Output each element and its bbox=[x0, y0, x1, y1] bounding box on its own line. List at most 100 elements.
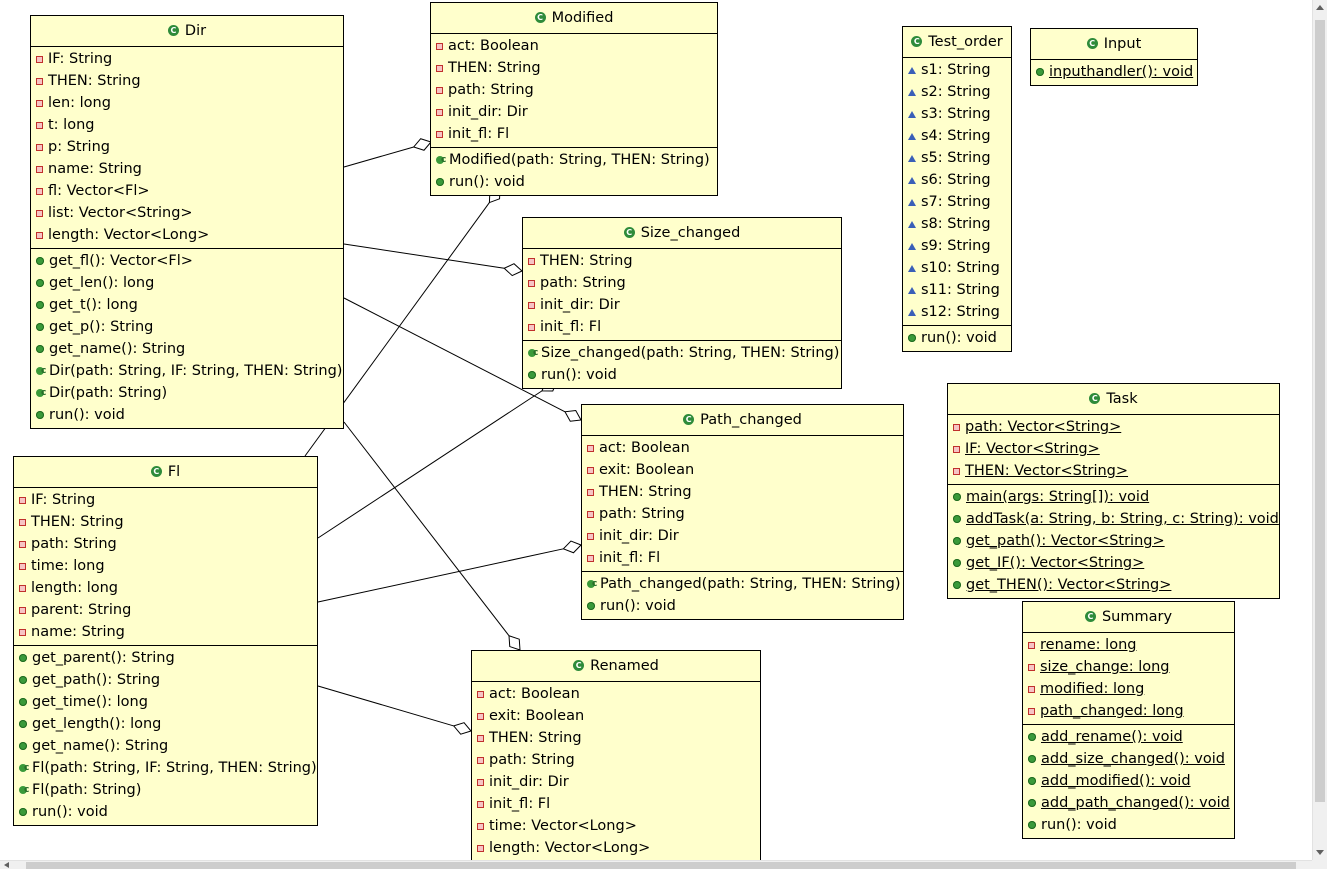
attribute-row[interactable]: length: Vector<Long> bbox=[31, 224, 343, 246]
attribute-row[interactable]: THEN: String bbox=[582, 481, 903, 503]
attribute-row[interactable]: THEN: String bbox=[523, 250, 841, 272]
attribute-row[interactable]: t: long bbox=[31, 114, 343, 136]
operation-row[interactable]: Dir(path: String, IF: String, THEN: Stri… bbox=[31, 360, 343, 382]
attribute-row[interactable]: s4: String bbox=[903, 125, 1011, 147]
class-header[interactable]: C Renamed bbox=[472, 651, 760, 682]
attribute-row[interactable]: name: String bbox=[14, 621, 317, 643]
class-header[interactable]: C Dir bbox=[31, 16, 343, 47]
operation-row[interactable]: get_IF(): Vector<String> bbox=[948, 552, 1279, 574]
operation-row[interactable]: main(args: String[]): void bbox=[948, 486, 1279, 508]
attribute-row[interactable]: s8: String bbox=[903, 213, 1011, 235]
attribute-row[interactable]: name: String bbox=[31, 158, 343, 180]
operation-row[interactable]: get_THEN(): Vector<String> bbox=[948, 574, 1279, 596]
attribute-row[interactable]: s9: String bbox=[903, 235, 1011, 257]
class-input[interactable]: C Input inputhandler(): void bbox=[1030, 28, 1198, 86]
class-header[interactable]: C Size_changed bbox=[523, 218, 841, 249]
scroll-left-icon[interactable] bbox=[4, 862, 9, 868]
operation-row[interactable]: get_name(): String bbox=[14, 735, 317, 757]
operation-row[interactable]: add_size_changed(): void bbox=[1023, 748, 1234, 770]
attribute-row[interactable]: THEN: String bbox=[14, 511, 317, 533]
attribute-row[interactable]: s5: String bbox=[903, 147, 1011, 169]
class-size-changed[interactable]: C Size_changed THEN: String path: String ini… bbox=[522, 217, 842, 389]
class-header[interactable]: C Input bbox=[1031, 29, 1197, 60]
attribute-row[interactable]: init_fl: Fl bbox=[582, 547, 903, 569]
attribute-row[interactable]: IF: String bbox=[31, 48, 343, 70]
attribute-row[interactable]: s12: String bbox=[903, 301, 1011, 323]
vertical-scrollbar[interactable] bbox=[1312, 0, 1327, 860]
operation-row[interactable]: get_len(): long bbox=[31, 272, 343, 294]
scroll-up-icon[interactable] bbox=[1316, 5, 1324, 10]
class-dir[interactable]: C Dir IF: String THEN: String len: long t: lo… bbox=[30, 15, 344, 429]
attribute-row[interactable]: THEN: String bbox=[31, 70, 343, 92]
attribute-row[interactable]: s1: String bbox=[903, 59, 1011, 81]
attribute-row[interactable]: exit: Boolean bbox=[582, 459, 903, 481]
class-test-order[interactable]: C Test_order s1: String s2: String s3: Strin… bbox=[902, 26, 1012, 352]
attribute-row[interactable]: path: Vector<String> bbox=[948, 416, 1279, 438]
class-header[interactable]: C Test_order bbox=[903, 27, 1011, 58]
operation-row[interactable]: run(): void bbox=[31, 404, 343, 426]
attribute-row[interactable]: list: Vector<String> bbox=[31, 202, 343, 224]
class-renamed[interactable]: C Renamed act: Boolean exit: Boolean THEN: S… bbox=[471, 650, 761, 860]
operation-row[interactable]: add_rename(): void bbox=[1023, 726, 1234, 748]
association-line-fl-renamed[interactable] bbox=[317, 685, 454, 727]
operation-row[interactable]: get_length(): long bbox=[14, 713, 317, 735]
class-header[interactable]: C Modified bbox=[431, 3, 717, 34]
attribute-row[interactable]: parent: String bbox=[14, 599, 317, 621]
class-task[interactable]: C Task path: Vector<String> IF: Vector<Stri… bbox=[947, 383, 1280, 599]
attribute-row[interactable]: s10: String bbox=[903, 257, 1011, 279]
attribute-row[interactable]: s3: String bbox=[903, 103, 1011, 125]
attribute-row[interactable]: init_dir: Dir bbox=[472, 771, 760, 793]
operation-row[interactable]: run(): void bbox=[523, 364, 841, 386]
attribute-row[interactable]: init_dir: Dir bbox=[523, 294, 841, 316]
diagram-canvas[interactable]: C Dir IF: String THEN: String len: long t: lo… bbox=[0, 0, 1312, 860]
attribute-row[interactable]: path: String bbox=[472, 749, 760, 771]
operation-row[interactable]: Fl(path: String) bbox=[14, 779, 317, 801]
attribute-row[interactable]: IF: Vector<String> bbox=[948, 438, 1279, 460]
operation-row[interactable]: Path_changed(path: String, THEN: String) bbox=[582, 573, 903, 595]
attribute-row[interactable]: path: String bbox=[431, 79, 717, 101]
attribute-row[interactable]: THEN: Vector<String> bbox=[948, 460, 1279, 482]
operation-row[interactable]: get_time(): long bbox=[14, 691, 317, 713]
attribute-row[interactable]: length: Vector<Long> bbox=[472, 837, 760, 859]
operation-row[interactable]: run(): void bbox=[14, 801, 317, 823]
operation-row[interactable]: Dir(path: String) bbox=[31, 382, 343, 404]
attribute-row[interactable]: rename: long bbox=[1023, 634, 1234, 656]
operation-row[interactable]: get_parent(): String bbox=[14, 647, 317, 669]
vertical-scroll-thumb[interactable] bbox=[1315, 20, 1325, 802]
attribute-row[interactable]: THEN: String bbox=[431, 57, 717, 79]
attribute-row[interactable]: path: String bbox=[523, 272, 841, 294]
operation-row[interactable]: get_fl(): Vector<Fl> bbox=[31, 250, 343, 272]
attribute-row[interactable]: act: Boolean bbox=[431, 35, 717, 57]
association-line-dir-modified[interactable] bbox=[343, 146, 414, 168]
operation-row[interactable]: add_path_changed(): void bbox=[1023, 792, 1234, 814]
class-header[interactable]: C Task bbox=[948, 384, 1279, 415]
attribute-row[interactable]: exit: Boolean bbox=[472, 705, 760, 727]
attribute-row[interactable]: init_dir: Dir bbox=[582, 525, 903, 547]
attribute-row[interactable]: act: Boolean bbox=[472, 683, 760, 705]
association-line-dir-size_changed[interactable] bbox=[343, 243, 505, 269]
operation-row[interactable]: run(): void bbox=[431, 171, 717, 193]
horizontal-scrollbar[interactable] bbox=[0, 860, 1312, 869]
attribute-row[interactable]: path: String bbox=[14, 533, 317, 555]
attribute-row[interactable]: init_dir: Dir bbox=[431, 101, 717, 123]
attribute-row[interactable]: time: long bbox=[14, 555, 317, 577]
class-summary[interactable]: C Summary rename: long size_change: long mod… bbox=[1022, 601, 1235, 839]
association-line-fl-size_changed[interactable] bbox=[317, 390, 543, 539]
class-header[interactable]: C Path_changed bbox=[582, 405, 903, 436]
attribute-row[interactable]: init_fl: Fl bbox=[431, 123, 717, 145]
class-path-changed[interactable]: C Path_changed act: Boolean exit: Boolean TH… bbox=[581, 404, 904, 620]
attribute-row[interactable]: len: long bbox=[31, 92, 343, 114]
class-header[interactable]: C Fl bbox=[14, 457, 317, 488]
horizontal-scroll-thumb[interactable] bbox=[26, 862, 1296, 869]
class-header[interactable]: C Summary bbox=[1023, 602, 1234, 633]
attribute-row[interactable]: act: Boolean bbox=[582, 437, 903, 459]
attribute-row[interactable]: p: String bbox=[31, 136, 343, 158]
operation-row[interactable]: run(): void bbox=[903, 327, 1011, 349]
attribute-row[interactable]: s7: String bbox=[903, 191, 1011, 213]
attribute-row[interactable]: s6: String bbox=[903, 169, 1011, 191]
operation-row[interactable]: Modified(path: String, THEN: String) bbox=[431, 149, 717, 171]
operation-row[interactable]: get_path(): Vector<String> bbox=[948, 530, 1279, 552]
attribute-row[interactable]: THEN: String bbox=[472, 727, 760, 749]
operation-row[interactable]: get_t(): long bbox=[31, 294, 343, 316]
operation-row[interactable]: addTask(a: String, b: String, c: String)… bbox=[948, 508, 1279, 530]
